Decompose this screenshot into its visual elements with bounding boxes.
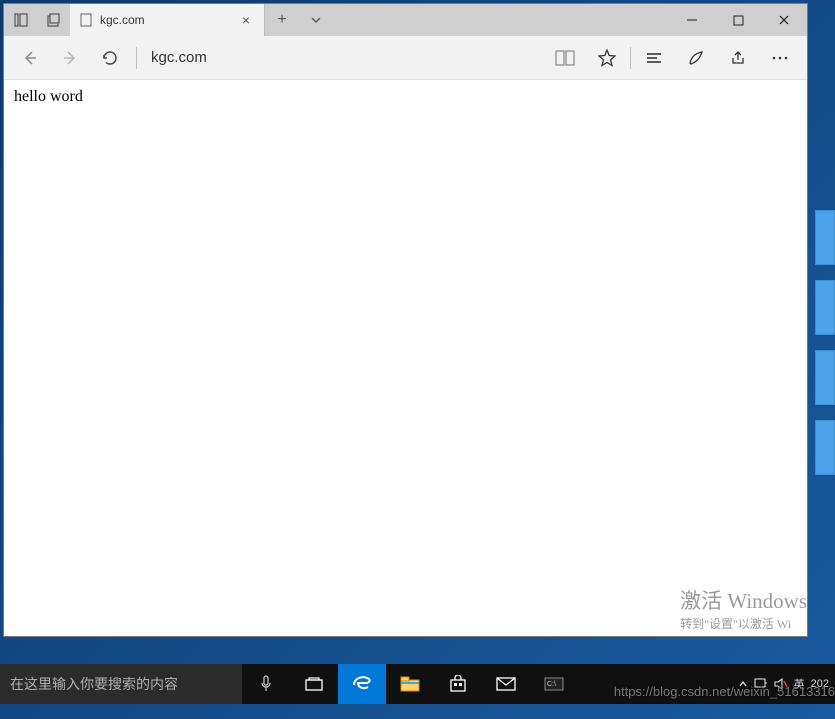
notes-icon[interactable] xyxy=(675,36,717,80)
tab-title: kgc.com xyxy=(100,13,145,27)
title-bar-left xyxy=(4,4,70,36)
activate-windows-watermark: 激活 Windows 转到"设置"以激活 Wi xyxy=(680,585,807,632)
more-icon[interactable] xyxy=(759,36,801,80)
taskbar-search[interactable]: 在这里输入你要搜索的内容 xyxy=(0,664,242,704)
back-button[interactable] xyxy=(10,36,50,80)
tabs-aside-icon[interactable] xyxy=(4,13,37,27)
activate-title: 激活 Windows xyxy=(680,585,807,615)
svg-text:C:\: C:\ xyxy=(547,681,556,688)
source-watermark: https://blog.csdn.net/weixin_51613316 xyxy=(614,684,835,699)
page-body-text: hello word xyxy=(14,88,83,105)
forward-button[interactable] xyxy=(50,36,90,80)
taskbar-terminal-icon[interactable]: C:\ xyxy=(530,664,578,704)
share-icon[interactable] xyxy=(717,36,759,80)
separator xyxy=(630,47,631,69)
task-view-icon[interactable] xyxy=(290,664,338,704)
page-icon xyxy=(80,13,92,27)
search-placeholder: 在这里输入你要搜索的内容 xyxy=(10,674,178,694)
favorite-icon[interactable] xyxy=(586,36,628,80)
desktop-accent xyxy=(815,280,835,335)
nav-bar xyxy=(4,36,807,80)
address-bar[interactable] xyxy=(145,45,544,70)
maximize-button[interactable] xyxy=(715,4,761,36)
browser-tab[interactable]: kgc.com × xyxy=(70,4,265,36)
taskbar-mail-icon[interactable] xyxy=(482,664,530,704)
separator xyxy=(136,47,137,69)
browser-window: kgc.com × + xyxy=(3,3,808,637)
nav-right xyxy=(544,36,801,80)
refresh-button[interactable] xyxy=(90,36,130,80)
tab-preview-icon[interactable] xyxy=(37,13,70,27)
tab-actions-icon[interactable] xyxy=(299,4,333,36)
page-content: hello word 激活 Windows 转到"设置"以激活 Wi xyxy=(4,80,807,636)
desktop-accent xyxy=(815,420,835,475)
reading-view-icon[interactable] xyxy=(544,36,586,80)
hub-icon[interactable] xyxy=(633,36,675,80)
taskbar-store-icon[interactable] xyxy=(434,664,482,704)
tab-close-icon[interactable]: × xyxy=(238,12,254,28)
cortana-mic-icon[interactable] xyxy=(242,664,290,704)
desktop-accent xyxy=(815,210,835,265)
desktop-accent xyxy=(815,350,835,405)
close-button[interactable] xyxy=(761,4,807,36)
minimize-button[interactable] xyxy=(669,4,715,36)
taskbar-edge-icon[interactable] xyxy=(338,664,386,704)
new-tab-button[interactable]: + xyxy=(265,4,299,36)
title-bar: kgc.com × + xyxy=(4,4,807,36)
activate-subtitle: 转到"设置"以激活 Wi xyxy=(680,615,807,632)
desktop: kgc.com × + xyxy=(0,0,835,719)
taskbar-explorer-icon[interactable] xyxy=(386,664,434,704)
